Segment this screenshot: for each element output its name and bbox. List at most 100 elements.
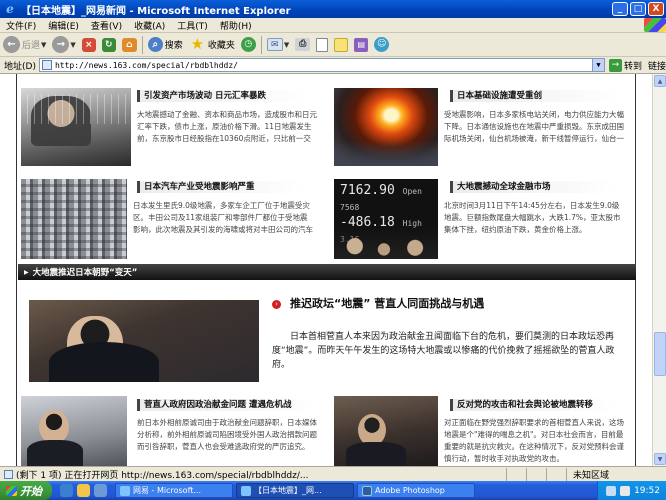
menu-file[interactable]: 文件(F)	[0, 19, 42, 32]
document-icon	[316, 37, 329, 52]
maximize-button[interactable]: □	[630, 2, 646, 16]
address-input[interactable]: http://news.163.com/special/rbdblhddz/ ▼	[38, 58, 605, 72]
menu-help[interactable]: 帮助(H)	[214, 19, 258, 32]
go-label: 转到	[623, 61, 642, 72]
start-label: 开始	[20, 484, 42, 498]
stop-icon: ×	[81, 37, 96, 52]
research-icon: ▤	[354, 37, 369, 52]
scroll-down-icon[interactable]: ▼	[654, 453, 666, 465]
go-button[interactable]: → 转到	[608, 58, 642, 72]
task-photoshop[interactable]: Adobe Photoshop	[357, 483, 475, 498]
mail-button[interactable]: ✉ ▼	[266, 34, 289, 56]
status-text: (剩下 1 项) 正在打开网页 http://news.163.com/spec…	[16, 470, 309, 481]
task-browser-2[interactable]: 【日本地震】_网...	[236, 483, 354, 498]
section-title[interactable]: 大地震推迟日本朝野“变天”	[33, 266, 138, 278]
article-title[interactable]: 引发资产市场波动 日元汇率暴跌	[137, 90, 305, 102]
article-summary: 日本发生里氏9.0级地震，多家车企工厂位于地震受灾区。丰田公司及11家组装厂和零…	[133, 201, 313, 234]
vertical-scrollbar[interactable]: ▲ ▼	[652, 74, 666, 466]
quicklaunch-ie-icon[interactable]	[60, 484, 73, 497]
task-browser-1[interactable]: 网易 - Microsoft...	[115, 483, 233, 498]
stock-trader-image[interactable]	[21, 88, 131, 166]
lead-summary: 日本首相菅直人本来因为政治献金丑闻面临下台的危机，要们莫测的日本政坛恐再度“地震…	[272, 332, 615, 370]
stock-board-image[interactable]: 7162.90 Open 7568 -486.18 High 3.16	[334, 179, 438, 259]
favorites-label: 收藏夹	[207, 41, 235, 51]
tray-input-icon[interactable]	[606, 485, 617, 496]
lead-headline[interactable]: 推迟政坛“地震” 菅直人同面挑战与机遇	[290, 295, 484, 311]
windows-flag-icon	[6, 485, 17, 496]
research-button[interactable]: ▤	[354, 34, 369, 56]
print-button[interactable]: ⎙	[295, 34, 311, 56]
article-summary: 北京时间3月11日下午14:45分左右，日本发生9.0级地震。巨额指数尾盘大幅跳…	[444, 201, 621, 234]
article-title[interactable]: 日本汽车产业受地震影响严重	[137, 181, 305, 193]
back-label: 后退	[22, 41, 41, 51]
menu-favorites[interactable]: 收藏(A)	[128, 19, 171, 32]
toolbar: ← 后退 ▼ → ▼ × ↻ ⌂ ⌕ 搜索 ★ 收藏夹 ◷ ✉ ▼ ⎙ ▤ ☺	[0, 33, 666, 57]
toolbar-separator	[260, 35, 262, 54]
tray-volume-icon[interactable]	[620, 485, 631, 496]
article-title[interactable]: 反对党的攻击和社会舆论被地震转移	[450, 399, 618, 411]
board-change-value: -486.18	[340, 215, 395, 230]
back-dropdown-icon[interactable]: ▼	[41, 41, 46, 49]
address-bar: 地址(D) http://news.163.com/special/rbdblh…	[0, 57, 666, 74]
task-label: Adobe Photoshop	[375, 486, 445, 495]
messenger-button[interactable]: ☺	[374, 34, 390, 56]
back-button[interactable]: ← 后退 ▼	[3, 34, 46, 56]
page-icon	[41, 60, 52, 70]
back-arrow-icon: ←	[3, 36, 20, 53]
window-title: 【日本地震】_网易新闻 - Microsoft Internet Explore…	[21, 5, 291, 17]
quicklaunch-folder-icon[interactable]	[77, 484, 90, 497]
refresh-icon: ↻	[101, 37, 116, 52]
address-label: 地址(D)	[4, 61, 36, 72]
menu-bar: 文件(F) 编辑(E) 查看(V) 收藏(A) 工具(T) 帮助(H)	[0, 18, 666, 33]
star-icon: ★	[190, 35, 205, 53]
clock[interactable]: 19:52	[634, 486, 660, 496]
ie-task-icon	[120, 485, 130, 496]
edit-button[interactable]	[316, 34, 329, 56]
search-button[interactable]: ⌕ 搜索	[147, 34, 183, 56]
favorites-button[interactable]: ★ 收藏夹	[189, 34, 235, 56]
note-button[interactable]	[334, 34, 349, 56]
stop-button[interactable]: ×	[81, 34, 96, 56]
press-conference-photo[interactable]	[21, 396, 127, 466]
refresh-button[interactable]: ↻	[101, 34, 116, 56]
board-open-label: Open	[402, 187, 422, 196]
triangle-icon: ▶	[24, 268, 29, 276]
diet-session-photo[interactable]	[334, 396, 438, 466]
scroll-up-icon[interactable]: ▲	[654, 75, 666, 87]
menu-tools[interactable]: 工具(T)	[171, 19, 214, 32]
board-index-value: 7162.90	[340, 183, 395, 198]
search-icon: ⌕	[147, 37, 163, 52]
system-tray: 19:52	[597, 481, 666, 500]
article-summary: 前日本外相前原诚司由于政治献金问题辞职，日本媒体分析称，前外相前原诚司陷困境受外…	[137, 418, 317, 451]
forward-dropdown-icon[interactable]: ▼	[70, 41, 75, 49]
car-lot-image[interactable]	[21, 179, 127, 259]
mail-icon: ✉	[266, 38, 283, 51]
scroll-thumb[interactable]	[654, 332, 666, 376]
home-icon: ⌂	[121, 37, 137, 52]
home-button[interactable]: ⌂	[121, 34, 137, 56]
article-title[interactable]: 菅直人政府因政治献金问题 遭遇危机战	[137, 399, 317, 411]
mail-dropdown-icon[interactable]: ▼	[284, 41, 289, 49]
links-button[interactable]: 链接	[648, 59, 666, 72]
forward-button[interactable]: → ▼	[52, 34, 76, 56]
refinery-fire-image[interactable]	[334, 88, 438, 166]
history-button[interactable]: ◷	[240, 34, 256, 56]
minimize-button[interactable]: _	[612, 2, 628, 16]
close-button[interactable]: X	[648, 2, 664, 16]
quicklaunch-desktop-icon[interactable]	[94, 484, 107, 497]
article-title[interactable]: 大地震撼动全球金融市场	[450, 181, 618, 193]
history-icon: ◷	[240, 37, 256, 52]
status-progress	[506, 467, 526, 481]
menu-view[interactable]: 查看(V)	[85, 19, 128, 32]
article-title[interactable]: 日本基础设施遭受重创	[450, 90, 618, 102]
menu-edit[interactable]: 编辑(E)	[42, 19, 85, 32]
address-dropdown-icon[interactable]: ▼	[591, 59, 604, 71]
page-viewport: 引发资产市场波动 日元汇率暴跌 大地震撼动了金融、资本和商品市场，造成股市和日元…	[0, 74, 652, 466]
taskbar: 开始 网易 - Microsoft... 【日本地震】_网... Adobe P…	[0, 481, 666, 500]
prime-minister-photo[interactable]	[29, 300, 259, 382]
loading-page-icon	[4, 469, 13, 479]
windows-flag-icon	[644, 18, 666, 32]
address-url[interactable]: http://news.163.com/special/rbdblhddz/	[55, 61, 592, 70]
title-bar[interactable]: e 【日本地震】_网易新闻 - Microsoft Internet Explo…	[0, 0, 666, 18]
start-button[interactable]: 开始	[0, 481, 52, 500]
